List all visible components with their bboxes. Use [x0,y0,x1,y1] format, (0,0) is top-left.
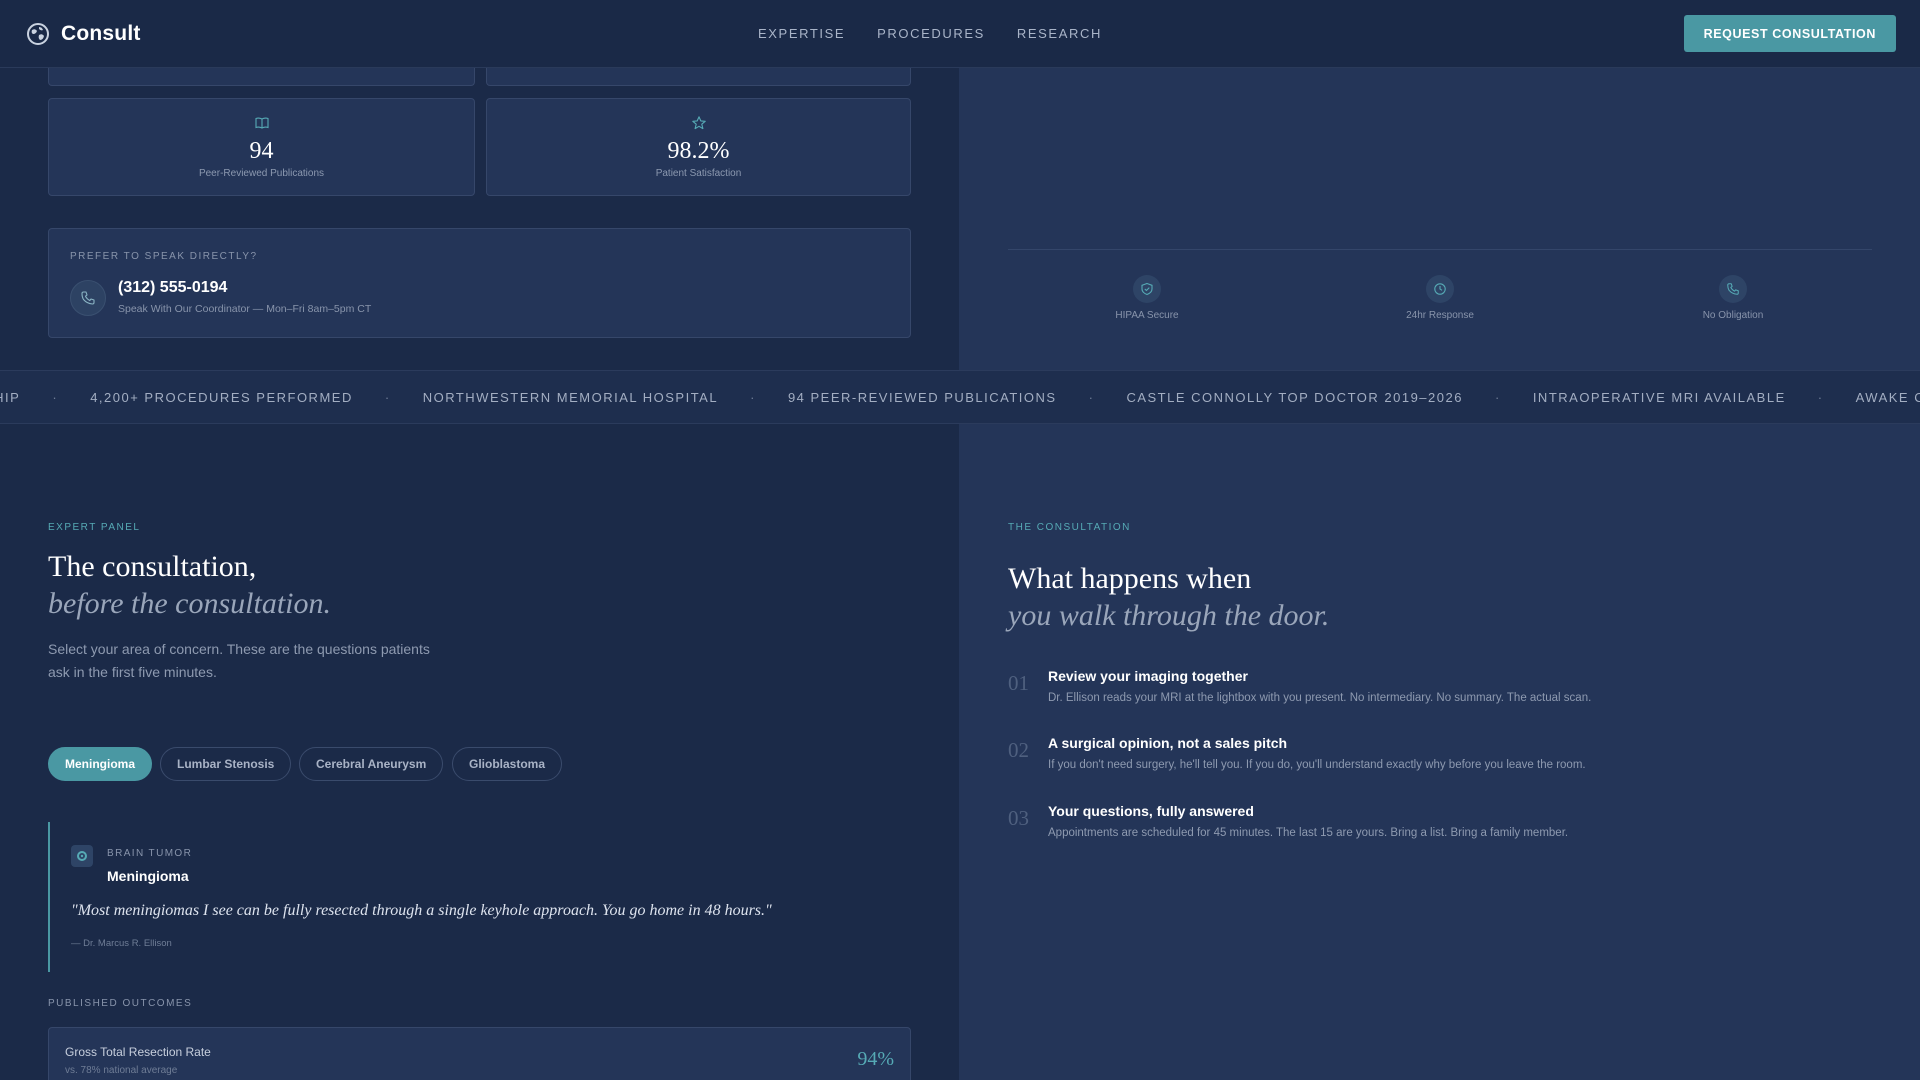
lead-line: Select your area of concern. These are t… [48,641,430,657]
step-title: Your questions, fully answered [1048,803,1254,819]
tab-meningioma[interactable]: Meningioma [48,747,153,781]
stat-card-publications: 94 Peer-Reviewed Publications [48,98,475,196]
trust-badge-response: 24hr Response [1380,275,1500,321]
nav-link-procedures[interactable]: PROCEDURES [877,26,985,41]
ticker-item: CASTLE CONNOLLY TOP DOCTOR 2019–2026 [1126,390,1463,405]
step-number: 03 [1008,806,1029,830]
brand[interactable]: Consult [26,22,141,46]
lead-line: ask in the first five minutes. [48,664,217,680]
outcome-title: Gross Total Resection Rate [65,1045,211,1059]
clock-icon [1434,283,1446,295]
right-panel-top [959,68,1920,370]
ticker-item: SHIP [0,390,21,405]
ticker-item: 94 PEER-REVIEWED PUBLICATIONS [787,390,1057,405]
phone-icon [81,291,95,305]
outcome-value: 94% [857,1048,894,1070]
step-description: If you don't need surgery, he'll tell yo… [1048,759,1586,771]
quote-condition: Meningioma [107,868,189,884]
brain-icon [71,845,93,867]
badge-label: No Obligation [1702,310,1764,321]
tab-cerebral-aneurysm[interactable]: Cerebral Aneurysm [299,747,444,781]
quote-author: — Dr. Marcus R. Ellison [71,938,172,949]
globe-logo-icon [27,22,49,45]
step-description: Dr. Ellison reads your MRI at the lightb… [1048,692,1592,704]
phone-icon [1727,283,1739,295]
ticker-item: 4,200+ PROCEDURES PERFORMED [90,390,353,405]
contact-card: PREFER TO SPEAK DIRECTLY? (312) 555-0194… [48,228,911,338]
nav-link-expertise[interactable]: EXPERTISE [758,26,845,41]
phone-hours: Speak With Our Coordinator — Mon–Fri 8am… [118,303,372,315]
section-eyebrow: EXPERT PANEL [48,522,141,533]
section-title-italic: you walk through the door. [1008,599,1330,632]
stat-label: Patient Satisfaction [655,168,742,179]
step-description: Appointments are scheduled for 45 minute… [1048,827,1569,839]
divider [1008,249,1872,250]
credentials-ticker: SHIP·4,200+ PROCEDURES PERFORMED·NORTHWE… [0,370,1920,424]
ticker-track: SHIP·4,200+ PROCEDURES PERFORMED·NORTHWE… [0,390,1920,405]
badge-label: HIPAA Secure [1115,310,1179,321]
trust-badge-hipaa: HIPAA Secure [1087,275,1207,321]
outcomes-label: PUBLISHED OUTCOMES [48,998,193,1009]
phone-call-button[interactable] [70,280,106,316]
book-open-icon [254,117,269,129]
step-title: A surgical opinion, not a sales pitch [1048,735,1288,751]
contact-eyebrow: PREFER TO SPEAK DIRECTLY? [70,251,258,262]
ticker-item: INTRAOPERATIVE MRI AVAILABLE [1532,390,1786,405]
stat-label: Peer-Reviewed Publications [198,168,325,179]
step-title: Review your imaging together [1048,668,1248,684]
ticker-item: AWAKE CRANIOTOMY SPECI [1855,390,1920,405]
outcome-comparison: vs. 78% national average [65,1065,178,1076]
trust-badge-obligation: No Obligation [1673,275,1793,321]
section-eyebrow: THE CONSULTATION [1008,522,1131,533]
stat-card-satisfaction: 98.2% Patient Satisfaction [486,98,911,196]
shield-check-icon [1141,282,1153,296]
stat-value: 94 [249,138,274,164]
expert-quote: BRAIN TUMOR Meningioma "Most meningiomas… [48,822,908,972]
stat-value: 98.2% [667,138,730,164]
section-title: What happens when [1008,562,1252,595]
tab-glioblastoma[interactable]: Glioblastoma [452,747,563,781]
tab-lumbar-stenosis[interactable]: Lumbar Stenosis [160,747,292,781]
phone-number[interactable]: (312) 555-0194 [118,279,227,297]
section-lead: Select your area of concern. These are t… [48,638,430,684]
quote-text: "Most meningiomas I see can be fully res… [71,902,772,919]
star-icon [691,116,706,130]
brand-name: Consult [61,21,141,45]
ticker-item: NORTHWESTERN MEMORIAL HOSPITAL [422,390,719,405]
outcome-card: Gross Total Resection Rate vs. 78% natio… [48,1027,911,1080]
quote-category: BRAIN TUMOR [107,848,193,859]
section-title-italic: before the consultation. [48,587,332,620]
badge-label: 24hr Response [1406,310,1474,321]
top-navigation: Consult EXPERTISE PROCEDURES RESEARCH RE… [0,0,1920,68]
step-number: 02 [1008,738,1029,762]
nav-link-research[interactable]: RESEARCH [1017,26,1102,41]
step-number: 01 [1008,671,1029,695]
nav-links: EXPERTISE PROCEDURES RESEARCH [758,26,1102,41]
request-consultation-button[interactable]: REQUEST CONSULTATION [1683,15,1896,52]
section-title: The consultation, [48,550,257,583]
